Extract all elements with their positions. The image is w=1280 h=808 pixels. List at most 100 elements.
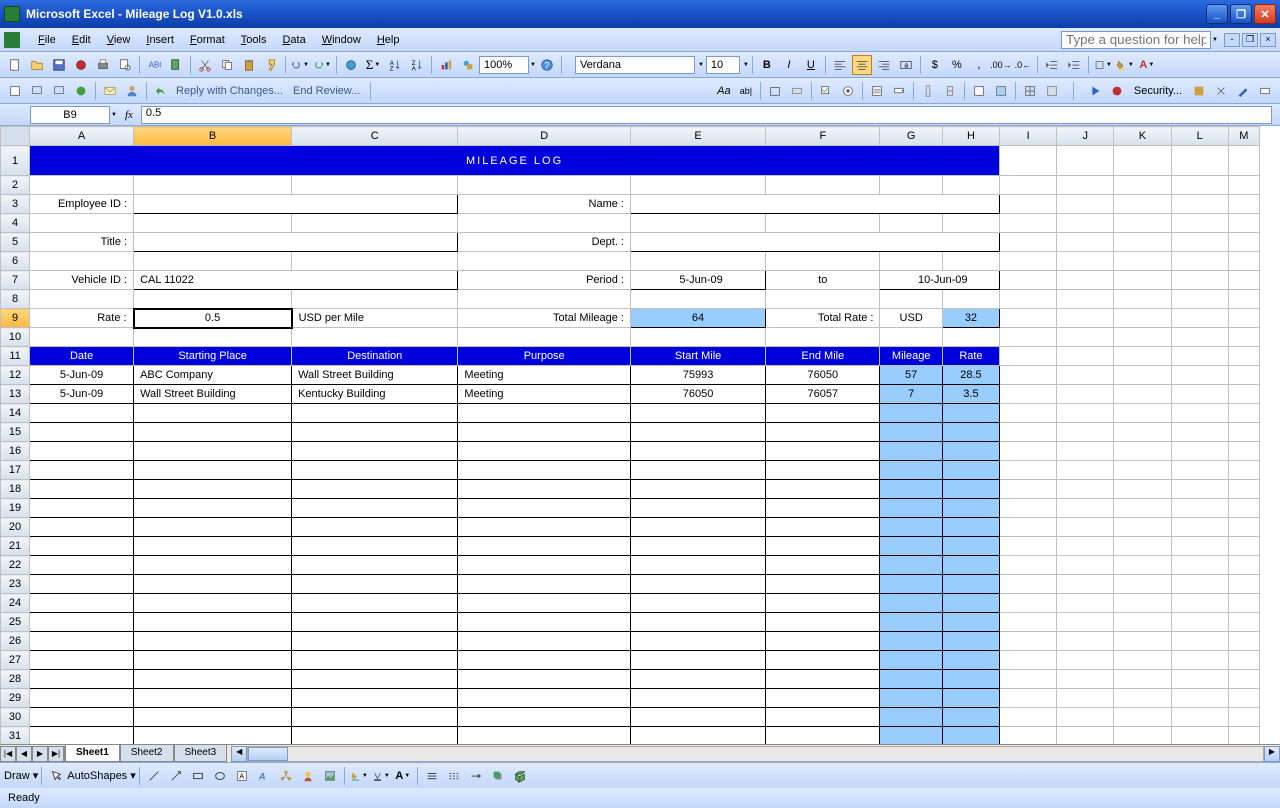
security-label[interactable]: Security... bbox=[1134, 85, 1182, 97]
cell-empty[interactable] bbox=[630, 556, 765, 575]
hscroll-track[interactable] bbox=[247, 746, 1264, 762]
cell-empty[interactable] bbox=[766, 727, 880, 745]
line-color-icon[interactable]: ▼ bbox=[371, 766, 391, 786]
controls-icon[interactable] bbox=[1255, 81, 1275, 101]
cell-empty[interactable] bbox=[134, 442, 292, 461]
menu-edit[interactable]: Edit bbox=[64, 31, 99, 49]
period-end-input[interactable]: 10-Jun-09 bbox=[880, 271, 1000, 290]
tb2-icon-3[interactable] bbox=[49, 81, 69, 101]
row-header-20[interactable]: 20 bbox=[1, 518, 30, 537]
shadow-icon[interactable] bbox=[488, 766, 508, 786]
cell-empty[interactable] bbox=[630, 613, 765, 632]
menu-data[interactable]: Data bbox=[274, 31, 313, 49]
cell-empty[interactable] bbox=[630, 651, 765, 670]
row-header-22[interactable]: 22 bbox=[1, 556, 30, 575]
select-objects-icon[interactable] bbox=[46, 766, 66, 786]
currency-icon[interactable]: $ bbox=[925, 55, 945, 75]
fx-icon[interactable]: fx bbox=[125, 109, 133, 121]
row-header-2[interactable]: 2 bbox=[1, 176, 30, 195]
col-header-H[interactable]: H bbox=[942, 127, 999, 146]
row-header-18[interactable]: 18 bbox=[1, 480, 30, 499]
hscroll-left-icon[interactable]: ◀ bbox=[231, 746, 247, 762]
app-icon[interactable] bbox=[4, 32, 20, 48]
cell-empty[interactable] bbox=[292, 613, 458, 632]
cell-smile[interactable]: 75993 bbox=[630, 366, 765, 385]
cell-purpose[interactable]: Meeting bbox=[458, 366, 631, 385]
cell-empty[interactable] bbox=[630, 689, 765, 708]
run-dialog-icon[interactable] bbox=[1042, 81, 1062, 101]
combobox-control-icon[interactable] bbox=[889, 81, 909, 101]
name-input[interactable] bbox=[630, 195, 999, 214]
menu-view[interactable]: View bbox=[99, 31, 139, 49]
cell-empty[interactable] bbox=[30, 404, 134, 423]
col-header-K[interactable]: K bbox=[1114, 127, 1171, 146]
hscroll-thumb[interactable] bbox=[248, 747, 288, 761]
zoom-select[interactable] bbox=[479, 56, 529, 74]
cell-empty[interactable] bbox=[766, 556, 880, 575]
col-header-B[interactable]: B bbox=[134, 127, 292, 146]
sheet-tab-sheet2[interactable]: Sheet2 bbox=[120, 745, 174, 762]
cell-empty[interactable] bbox=[458, 461, 631, 480]
row-header-25[interactable]: 25 bbox=[1, 613, 30, 632]
employee-id-input[interactable] bbox=[134, 195, 458, 214]
cell-empty[interactable] bbox=[30, 537, 134, 556]
cell-empty[interactable] bbox=[458, 423, 631, 442]
help-search-input[interactable] bbox=[1061, 31, 1211, 49]
copy-icon[interactable] bbox=[217, 55, 237, 75]
row-header-19[interactable]: 19 bbox=[1, 499, 30, 518]
cell-empty[interactable] bbox=[30, 518, 134, 537]
cell-empty[interactable] bbox=[630, 480, 765, 499]
cell-empty[interactable] bbox=[766, 689, 880, 708]
cell-empty[interactable] bbox=[458, 651, 631, 670]
cell-empty[interactable] bbox=[766, 613, 880, 632]
cell-empty[interactable] bbox=[134, 670, 292, 689]
end-review-label[interactable]: End Review... bbox=[293, 85, 360, 97]
groupbox-control-icon[interactable] bbox=[765, 81, 785, 101]
title-input[interactable] bbox=[134, 233, 458, 252]
row-header-27[interactable]: 27 bbox=[1, 651, 30, 670]
cell-empty[interactable] bbox=[292, 708, 458, 727]
code-control-icon[interactable] bbox=[991, 81, 1011, 101]
cell-empty[interactable] bbox=[630, 423, 765, 442]
row-header-6[interactable]: 6 bbox=[1, 252, 30, 271]
cell-empty[interactable] bbox=[458, 480, 631, 499]
row-header-29[interactable]: 29 bbox=[1, 689, 30, 708]
comma-icon[interactable]: , bbox=[969, 55, 989, 75]
worksheet[interactable]: ABCDEFGHIJKLM1MILEAGE LOG23Employee ID :… bbox=[0, 126, 1280, 744]
cell-empty[interactable] bbox=[134, 499, 292, 518]
cell-empty[interactable] bbox=[134, 651, 292, 670]
drawing-icon[interactable] bbox=[458, 55, 478, 75]
cell-empty[interactable] bbox=[134, 423, 292, 442]
cell-empty[interactable] bbox=[458, 556, 631, 575]
cell-empty[interactable] bbox=[292, 670, 458, 689]
draw-menu[interactable]: Draw ▾ bbox=[4, 769, 38, 782]
toggle-grid-icon[interactable] bbox=[1020, 81, 1040, 101]
paste-icon[interactable] bbox=[239, 55, 259, 75]
cell-empty[interactable] bbox=[630, 632, 765, 651]
cell-empty[interactable] bbox=[766, 404, 880, 423]
minimize-button[interactable]: _ bbox=[1206, 4, 1228, 24]
font-color-draw-icon[interactable]: A▼ bbox=[393, 766, 413, 786]
borders-icon[interactable]: ▼ bbox=[1093, 55, 1113, 75]
cell-date[interactable]: 5-Jun-09 bbox=[30, 385, 134, 404]
cell-empty[interactable] bbox=[30, 727, 134, 745]
cell-empty[interactable] bbox=[30, 556, 134, 575]
cell-empty[interactable] bbox=[766, 594, 880, 613]
cell-empty[interactable] bbox=[292, 442, 458, 461]
cell-empty[interactable] bbox=[630, 518, 765, 537]
cell-empty[interactable] bbox=[134, 480, 292, 499]
cell-empty[interactable] bbox=[134, 556, 292, 575]
row-header-9[interactable]: 9 bbox=[1, 309, 30, 328]
cell-empty[interactable] bbox=[766, 537, 880, 556]
cell-empty[interactable] bbox=[630, 404, 765, 423]
cell-empty[interactable] bbox=[292, 537, 458, 556]
cell-empty[interactable] bbox=[292, 556, 458, 575]
cell-empty[interactable] bbox=[292, 461, 458, 480]
increase-indent-icon[interactable] bbox=[1064, 55, 1084, 75]
properties-control-icon[interactable] bbox=[969, 81, 989, 101]
cell-empty[interactable] bbox=[134, 575, 292, 594]
menu-insert[interactable]: Insert bbox=[138, 31, 182, 49]
cell-empty[interactable] bbox=[30, 689, 134, 708]
help-icon[interactable]: ? bbox=[537, 55, 557, 75]
cell-empty[interactable] bbox=[766, 499, 880, 518]
